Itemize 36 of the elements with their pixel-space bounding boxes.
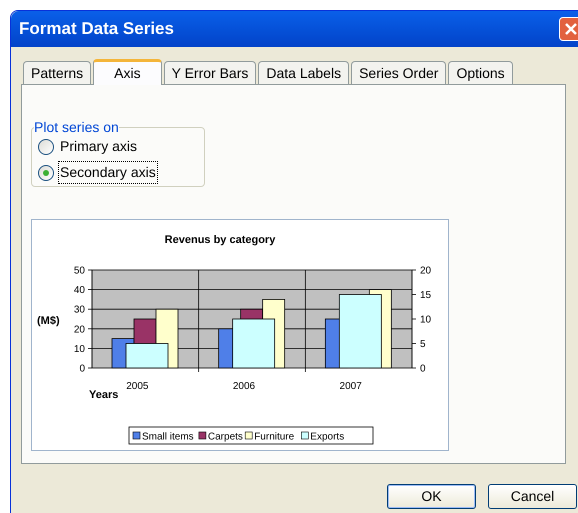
- tick-label: 40: [74, 285, 85, 296]
- legend-label: Exports: [310, 432, 344, 442]
- radio-button[interactable]: [38, 164, 54, 180]
- tick-label: 10: [420, 314, 432, 326]
- legend-label: Carpets: [208, 432, 243, 442]
- radio-option[interactable]: Primary axis: [38, 136, 140, 157]
- category-label: 2005: [126, 381, 148, 392]
- tick-label: 0: [420, 364, 426, 374]
- tab[interactable]: Series Order: [351, 61, 446, 84]
- tick-label: 5: [420, 339, 426, 350]
- tick-label: 0: [79, 364, 85, 374]
- tick-label: 10: [74, 344, 85, 355]
- tick-label: 20: [74, 324, 85, 336]
- tab[interactable]: Y Error Bars: [164, 61, 256, 84]
- tab[interactable]: Options: [448, 61, 513, 84]
- window-title: Format Data Series: [19, 18, 174, 40]
- legend-label: Furniture: [254, 432, 294, 442]
- axis-title: Years: [89, 389, 118, 401]
- radio-button[interactable]: [38, 138, 54, 154]
- dialog-button[interactable]: OK: [387, 484, 476, 509]
- tick-label: 15: [420, 290, 432, 301]
- tick-label: 30: [74, 304, 85, 316]
- category-label: 2006: [232, 381, 256, 392]
- close-button[interactable]: [559, 17, 578, 41]
- tick-label: 20: [420, 266, 432, 276]
- close-icon: [565, 23, 577, 35]
- legend-label: Small items: [142, 432, 194, 442]
- tab[interactable]: Patterns: [23, 61, 92, 84]
- dialog-button[interactable]: Cancel: [488, 484, 577, 509]
- group-title: Plot series on: [34, 118, 119, 137]
- tick-label: 50: [74, 266, 85, 276]
- tab[interactable]: Data Labels: [258, 61, 350, 84]
- axis-title: (M$): [37, 315, 60, 327]
- category-label: 2007: [340, 381, 362, 392]
- chart-title: Revenus by category: [164, 234, 276, 246]
- tab[interactable]: Axis: [93, 59, 162, 85]
